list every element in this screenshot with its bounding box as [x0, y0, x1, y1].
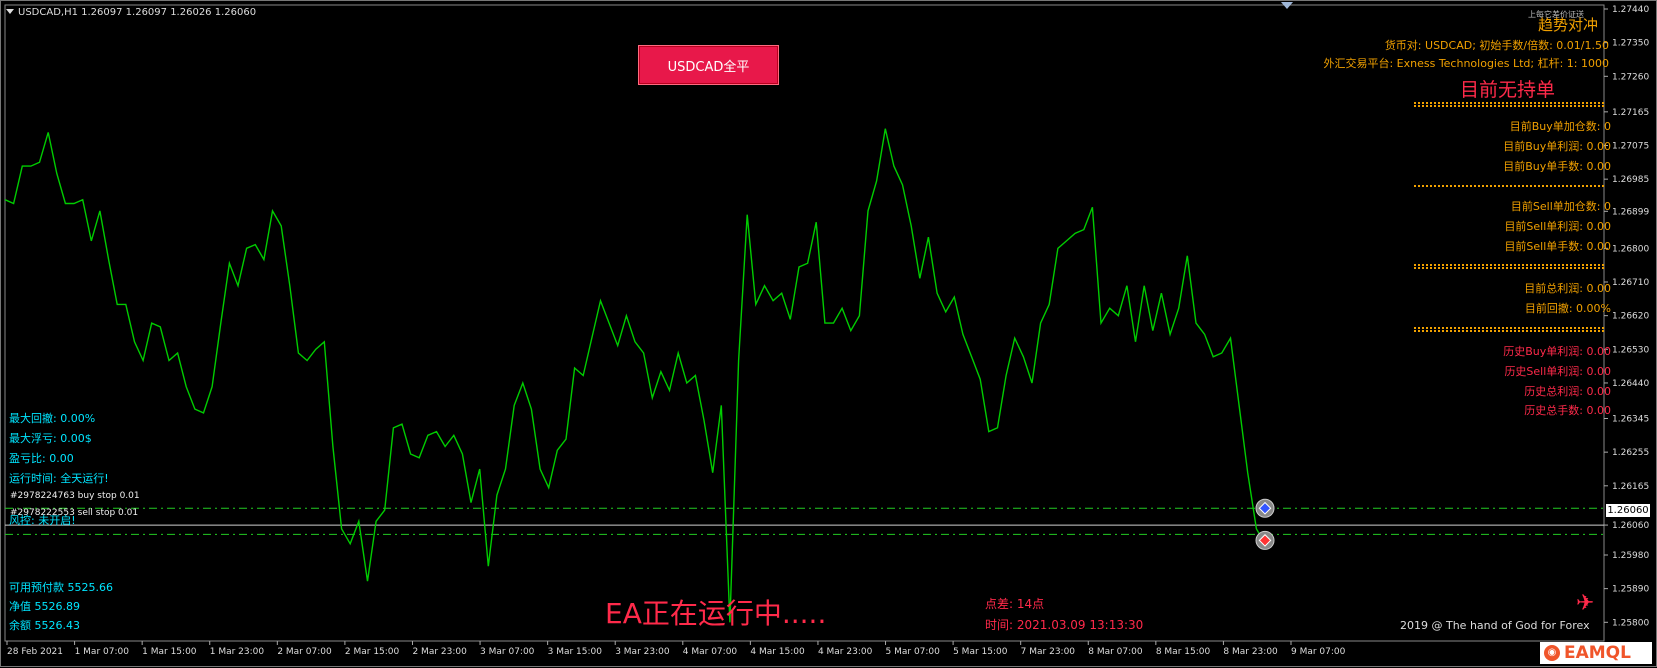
- price-series-line: [4, 128, 1266, 623]
- buy-add-count: 目前Buy单加仓数: 0: [1509, 120, 1611, 133]
- y-tick-label: 1.27350: [1612, 39, 1649, 49]
- y-tick-label: 1.26530: [1612, 345, 1649, 355]
- buy-stop-order-label[interactable]: #2978224763 buy stop 0.01: [10, 490, 140, 503]
- separator: [1414, 264, 1604, 269]
- max-drawdown: 最大回撤: 0.00%: [9, 412, 96, 425]
- total-profit: 目前总利润: 0.00: [1524, 282, 1611, 295]
- history-total-profit: 历史总利润: 0.00: [1524, 385, 1611, 398]
- y-tick-label: 1.25890: [1612, 585, 1649, 595]
- y-tick-label: 1.26800: [1612, 244, 1649, 254]
- y-tick-label: 1.27260: [1612, 72, 1649, 82]
- current-price-label: 1.26060: [1606, 504, 1650, 517]
- y-tick-label: 1.26255: [1612, 448, 1649, 458]
- y-tick-label: 1.25980: [1612, 551, 1649, 561]
- x-tick-label: 4 Mar 15:00: [750, 647, 805, 657]
- max-floating-loss: 最大浮亏: 0.00$: [9, 432, 92, 445]
- panel-title: 趋势对冲: [1538, 16, 1599, 34]
- history-buy-profit: 历史Buy单利润: 0.00: [1503, 345, 1611, 358]
- run-time: 运行时间: 全天运行!: [9, 472, 109, 485]
- y-tick-label: 1.26899: [1612, 207, 1649, 217]
- separator: [1414, 102, 1604, 107]
- current-drawdown: 目前回撤: 0.00%: [1524, 302, 1611, 315]
- x-tick-label: 3 Mar 23:00: [615, 647, 670, 657]
- equity: 净值 5526.89: [9, 600, 80, 613]
- x-tick-label: 4 Mar 23:00: [818, 647, 873, 657]
- eamql-watermark: ◉ EAMQL: [1540, 642, 1652, 664]
- copyright: 2019 @ The hand of God for Forex: [1400, 619, 1590, 632]
- x-tick-label: 2 Mar 07:00: [277, 647, 332, 657]
- x-tick-label: 3 Mar 07:00: [480, 647, 535, 657]
- x-tick-label: 28 Feb 2021: [7, 647, 63, 657]
- sell-add-count: 目前Sell单加仓数: 0: [1510, 200, 1611, 213]
- y-tick-label: 1.26440: [1612, 379, 1649, 389]
- chart-window[interactable]: 1.27440 1.27350 1.27260 1.27165 1.27075 1.269…: [0, 0, 1657, 667]
- x-tick-label: 8 Mar 07:00: [1088, 647, 1143, 657]
- y-tick-label: 1.26985: [1612, 175, 1649, 185]
- x-tick-label: 3 Mar 15:00: [548, 647, 603, 657]
- x-tick-label: 1 Mar 23:00: [210, 647, 265, 657]
- symbol-header: USDCAD,H1 1.26097 1.26097 1.26026 1.2606…: [18, 7, 257, 18]
- chart-dropdown-arrow-icon[interactable]: [6, 9, 14, 14]
- watermark-text: EAMQL: [1564, 643, 1631, 663]
- separator: [1414, 185, 1604, 187]
- x-tick-label: 1 Mar 15:00: [142, 647, 197, 657]
- no-position-status: 目前无持单: [1460, 79, 1556, 101]
- ea-running-status: EA正在运行中.....: [605, 597, 827, 630]
- y-tick-label: 1.26060: [1612, 521, 1649, 531]
- separator: [1414, 327, 1604, 332]
- y-tick-label: 1.27165: [1612, 108, 1649, 118]
- risk-control-status: 风控: 未开启!: [9, 514, 76, 527]
- y-tick-label: 1.26620: [1612, 312, 1649, 322]
- plot-border: [4, 4, 1605, 642]
- spread-info: 点差: 14点: [985, 597, 1045, 611]
- y-tick-label: 1.27075: [1612, 141, 1649, 151]
- history-total-lots: 历史总手数: 0.00: [1524, 404, 1611, 417]
- y-tick-label: 1.26345: [1612, 414, 1649, 424]
- x-tick-label: 1 Mar 07:00: [75, 647, 130, 657]
- pair-info: 货币对: USDCAD; 初始手数/倍数: 0.01/1.50: [1384, 39, 1609, 52]
- buy-lots: 目前Buy单手数: 0.00: [1503, 160, 1611, 173]
- y-tick-label: 1.27440: [1612, 5, 1649, 15]
- y-tick-label: 1.25800: [1612, 618, 1649, 628]
- x-tick-label: 2 Mar 15:00: [345, 647, 400, 657]
- x-tick-label: 5 Mar 07:00: [886, 647, 941, 657]
- x-tick-label: 7 Mar 23:00: [1021, 647, 1076, 657]
- price-chart[interactable]: 1.27440 1.27350 1.27260 1.27165 1.27075 1.269…: [1, 1, 1657, 668]
- x-tick-label: 8 Mar 15:00: [1156, 647, 1211, 657]
- time-info: 时间: 2021.03.09 13:13:30: [985, 618, 1144, 632]
- x-tick-label: 5 Mar 15:00: [953, 647, 1008, 657]
- sell-profit: 目前Sell单利润: 0.00: [1504, 220, 1611, 233]
- x-tick-label: 9 Mar 07:00: [1291, 647, 1346, 657]
- x-tick-label: 2 Mar 23:00: [412, 647, 467, 657]
- watermark-icon: ◉: [1544, 645, 1560, 661]
- profit-loss-ratio: 盈亏比: 0.00: [9, 452, 74, 465]
- history-sell-profit: 历史Sell单利润: 0.00: [1504, 365, 1611, 378]
- plane-icon: ✈: [1576, 591, 1595, 616]
- y-tick-label: 1.26710: [1612, 278, 1649, 288]
- free-margin: 可用预付款 5525.66: [9, 581, 113, 594]
- broker-info: 外汇交易平台: Exness Technologies Ltd; 杠杆: 1: …: [1323, 57, 1609, 70]
- x-tick-label: 4 Mar 07:00: [683, 647, 738, 657]
- y-tick-label: 1.26165: [1612, 482, 1649, 492]
- balance: 余额 5526.43: [9, 619, 80, 632]
- close-all-button[interactable]: USDCAD全平: [638, 45, 779, 85]
- shift-marker-icon[interactable]: [1281, 2, 1293, 9]
- x-tick-label: 8 Mar 23:00: [1223, 647, 1278, 657]
- buy-profit: 目前Buy单利润: 0.00: [1503, 140, 1611, 153]
- sell-lots: 目前Sell单手数: 0.00: [1504, 240, 1611, 253]
